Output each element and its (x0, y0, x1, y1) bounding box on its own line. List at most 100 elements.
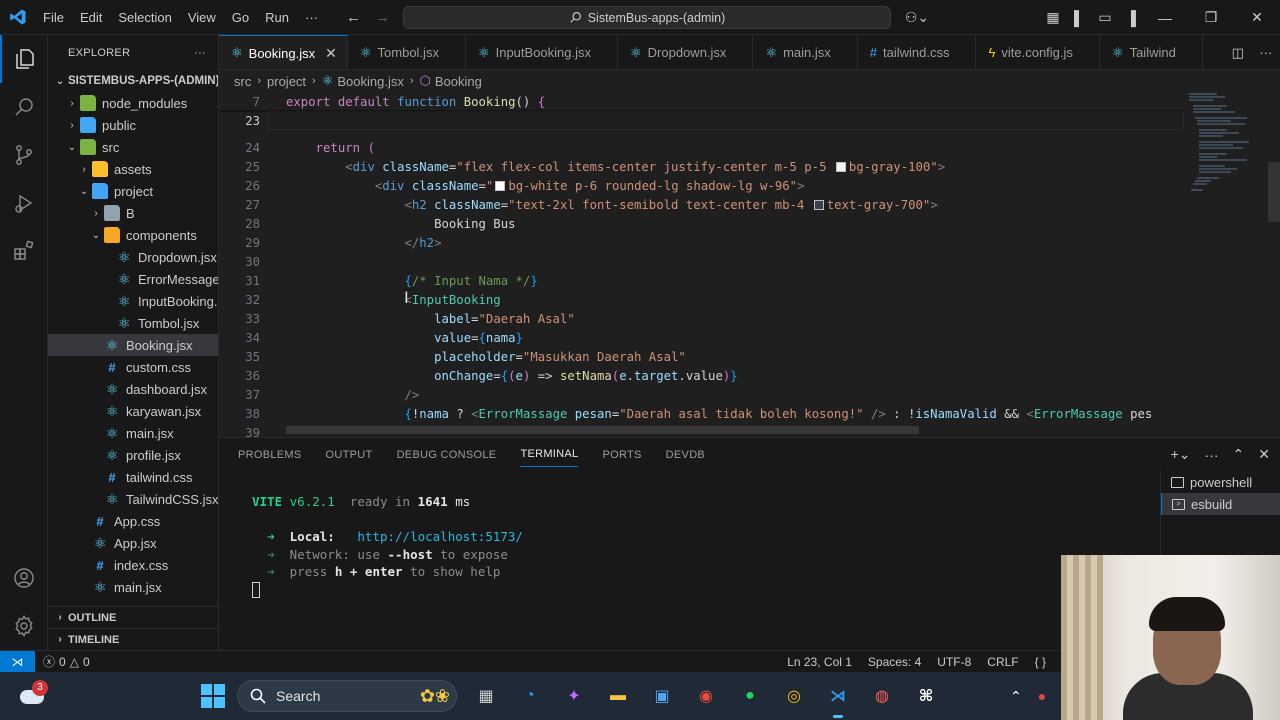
tab-problems[interactable]: PROBLEMS (238, 443, 302, 467)
toggle-secondary-sidebar-icon[interactable]: ▐ (1118, 0, 1144, 35)
toggle-panel-icon[interactable]: ▭ (1092, 0, 1118, 35)
cursor-position[interactable]: Ln 23, Col 1 (779, 655, 860, 669)
breadcrumb-src[interactable]: src (234, 74, 251, 89)
editor-tab[interactable]: ⚛ Booking.jsx ✕ (219, 35, 348, 69)
code-line[interactable]: 28 Booking Bus (219, 214, 1189, 233)
code-line[interactable]: 33 label="Daerah Asal" (219, 309, 1189, 328)
code-line-current[interactable]: 23 (219, 111, 1189, 130)
menu-view[interactable]: View (180, 0, 224, 35)
tree-item[interactable]: ⚛ Booking.jsx (48, 334, 218, 356)
code-line[interactable]: 29 </h2> (219, 233, 1189, 252)
settings-gear-icon[interactable] (0, 602, 48, 650)
menu-selection[interactable]: Selection (110, 0, 179, 35)
accounts-icon[interactable] (0, 554, 48, 602)
tree-item[interactable]: ⚛ dashboard.jsx (48, 378, 218, 400)
tree-item[interactable]: ⚛ App.jsx (48, 532, 218, 554)
weather-widget[interactable]: 3 (18, 680, 48, 710)
file-app-icon[interactable]: ▦ (470, 680, 502, 712)
tree-item[interactable]: ⌄ project (48, 180, 218, 202)
breadcrumb-project[interactable]: project (267, 74, 306, 89)
menu-run[interactable]: Run (257, 0, 297, 35)
restore-icon[interactable]: ❐ (1188, 0, 1234, 35)
obs-icon[interactable]: ◍ (866, 680, 898, 712)
tree-item[interactable]: # tailwind.css (48, 466, 218, 488)
tree-item[interactable]: ⌄ src (48, 136, 218, 158)
explorer-icon[interactable] (0, 35, 48, 83)
vertical-scrollbar[interactable] (1268, 162, 1280, 222)
copilot-app-icon[interactable]: ✦ (558, 680, 590, 712)
code-line[interactable]: 27 <h2 className="text-2xl font-semibold… (219, 195, 1189, 214)
windows-start-icon[interactable] (201, 684, 225, 708)
tree-item[interactable]: # App.css (48, 510, 218, 532)
tree-item[interactable]: # custom.css (48, 356, 218, 378)
editor-tab[interactable]: ⚛ Dropdown.jsx (618, 35, 754, 69)
end-of-line[interactable]: CRLF (979, 655, 1026, 669)
store-icon[interactable]: ▣ (646, 680, 678, 712)
code-line[interactable]: 37 /> (219, 385, 1189, 404)
editor-tab[interactable]: ⚛ Tailwind (1100, 35, 1203, 69)
code-line[interactable]: 30 (219, 252, 1189, 271)
encoding[interactable]: UTF-8 (929, 655, 979, 669)
local-url[interactable]: http://localhost:5173/ (357, 529, 523, 544)
maximize-panel-icon[interactable]: ⌃ (1233, 446, 1245, 463)
code-line[interactable]: 38 {!nama ? <ErrorMassage pesan="Daerah … (219, 404, 1189, 423)
menu-file[interactable]: File (35, 0, 72, 35)
tree-item[interactable]: ⚛ Tombol.jsx (48, 312, 218, 334)
extensions-icon[interactable] (0, 227, 48, 275)
tree-item[interactable]: › node_modules (48, 92, 218, 114)
code-line[interactable]: 31 {/* Input Nama */} (219, 271, 1189, 290)
code-line[interactable]: 35 placeholder="Masukkan Daerah Asal" (219, 347, 1189, 366)
forward-arrow-icon[interactable]: → (375, 9, 390, 26)
menu-go[interactable]: Go (224, 0, 257, 35)
code-line[interactable]: 36 onChange={(e) => setNama(e.target.val… (219, 366, 1189, 385)
chrome-profile-icon[interactable]: ◉ (690, 680, 722, 712)
horizontal-scrollbar[interactable] (286, 426, 919, 434)
minimize-icon[interactable]: — (1142, 0, 1188, 35)
terminal-output[interactable]: VITE v6.2.1 ready in 1641 ms ➜ Local: ht… (252, 493, 523, 598)
code-line[interactable]: 34 value={nama} (219, 328, 1189, 347)
problems-status[interactable]: ⓧ 0 △ 0 (43, 653, 90, 670)
file-explorer-icon[interactable]: ▬ (602, 680, 634, 712)
editor-tab[interactable]: ⚛ main.jsx (753, 35, 858, 69)
code-editor[interactable]: 7 export default function Booking() { 23… (219, 92, 1280, 437)
vscode-taskbar-icon[interactable]: ⋊ (822, 680, 854, 718)
tree-item[interactable]: ⚛ ErrorMessage... (48, 268, 218, 290)
code-line[interactable]: 24 return ( (219, 138, 1189, 157)
chevron-up-icon[interactable]: ⌃ (1010, 688, 1022, 705)
spotify-icon[interactable]: ● (734, 680, 766, 712)
code-line[interactable]: 32 <InputBooking (219, 290, 1189, 309)
remote-icon[interactable]: ⋊ (0, 650, 35, 673)
edge-icon[interactable]: ◔ (514, 680, 546, 712)
tree-item[interactable]: › B (48, 202, 218, 224)
more-actions-icon[interactable]: ··· (1205, 447, 1219, 463)
tree-item[interactable]: › assets (48, 158, 218, 180)
tab-output[interactable]: OUTPUT (326, 443, 373, 467)
code-line[interactable]: 26 <div className=" bg-white p-6 rounded-… (219, 176, 1189, 195)
indentation[interactable]: Spaces: 4 (860, 655, 929, 669)
tab-debug-console[interactable]: DEBUG CONSOLE (397, 443, 497, 467)
tree-item[interactable]: ⌄ components (48, 224, 218, 246)
copilot-icon[interactable]: ⚇⌄ (900, 0, 934, 35)
editor-tab[interactable]: ⚛ InputBooking.jsx (466, 35, 619, 69)
more-actions-icon[interactable]: ··· (1259, 45, 1272, 60)
close-tab-icon[interactable]: ✕ (325, 45, 337, 62)
editor-tab[interactable]: ϟ vite.config.js (976, 35, 1100, 69)
timeline-section[interactable]: › TIMELINE (48, 628, 218, 650)
new-terminal-icon[interactable]: +⌄ (1171, 446, 1191, 463)
language-mode[interactable]: { } (1027, 655, 1054, 669)
editor-tab[interactable]: # tailwind.css (858, 35, 977, 69)
command-center[interactable]: SistemBus-apps-(admin) (403, 6, 891, 29)
taskbar-search[interactable]: Search ✿❀ (237, 680, 457, 712)
tree-item[interactable]: ⚛ karyawan.jsx (48, 400, 218, 422)
terminal-item-powershell[interactable]: powershell (1161, 471, 1280, 493)
tree-item[interactable]: ⚛ TailwindCSS.jsx (48, 488, 218, 510)
chrome-icon[interactable]: ◎ (778, 680, 810, 712)
run-debug-icon[interactable] (0, 179, 48, 227)
outline-section[interactable]: › OUTLINE (48, 606, 218, 628)
split-editor-icon[interactable]: ◫ (1232, 45, 1244, 61)
tree-item[interactable]: ⚛ main.jsx (48, 576, 218, 598)
terminal-item-esbuild[interactable]: > esbuild (1161, 493, 1280, 515)
tree-item[interactable]: # index.css (48, 554, 218, 576)
workspace-root[interactable]: ⌄ SISTEMBUS-APPS-(ADMIN) (48, 70, 218, 92)
close-window-icon[interactable]: ✕ (1234, 0, 1280, 35)
